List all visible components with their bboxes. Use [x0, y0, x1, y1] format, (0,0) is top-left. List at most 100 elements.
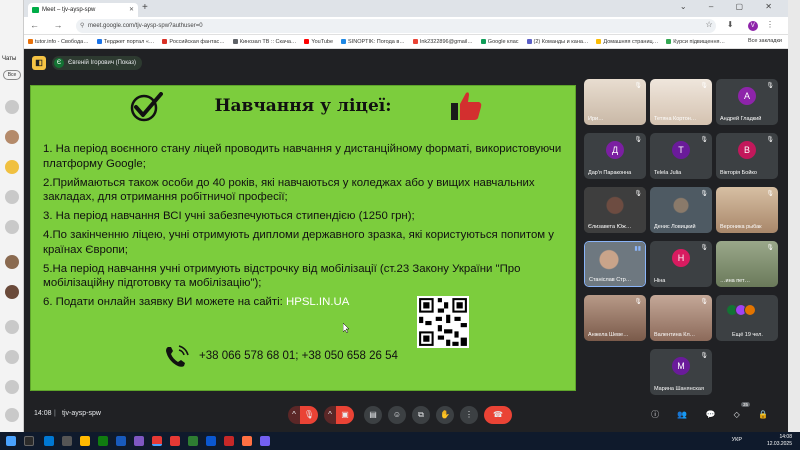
presenter-avatar: Є: [54, 58, 64, 68]
participant-tile[interactable]: T 🎙 Telela Julia: [650, 133, 712, 179]
raise-hand-button[interactable]: ✋: [436, 406, 454, 424]
file-explorer-icon[interactable]: [80, 436, 90, 446]
bookmark[interactable]: Ink2322896@gmail…: [412, 39, 473, 45]
avatar[interactable]: [5, 190, 19, 204]
participant-tile[interactable]: В 🎙 Вікторія Бойко: [716, 133, 778, 179]
mouse-cursor-icon: [343, 323, 350, 333]
mic-options-button[interactable]: ^: [288, 406, 300, 424]
bookmark[interactable]: Курси підвищення…: [666, 39, 725, 45]
mic-off-icon: 🎙: [766, 245, 774, 251]
meeting-time: 14:08: [34, 410, 52, 417]
camera-options-button[interactable]: ^: [324, 406, 336, 424]
bookmark[interactable]: SINOPTIK: Погода в…: [341, 39, 405, 45]
mic-off-icon: 🎙: [700, 299, 708, 305]
edge-icon[interactable]: [44, 436, 54, 446]
presenter-pill[interactable]: Є Євгеній Ігорович (Показ): [52, 56, 143, 70]
avatar[interactable]: [5, 380, 19, 394]
window-controls[interactable]: ⌄ – ▢ ✕: [680, 2, 782, 11]
system-clock[interactable]: 14:08 12.03.2025: [767, 434, 792, 448]
chrome-icon[interactable]: [170, 436, 180, 446]
search-icon[interactable]: [24, 436, 34, 446]
captions-button[interactable]: ▤: [364, 406, 382, 424]
bookmark[interactable]: YouTube: [304, 39, 333, 45]
participant-name: Станіслав Стр…: [589, 277, 632, 283]
participant-tile[interactable]: Н 🎙 Ніна: [650, 241, 712, 287]
toolbar-right: ☆ ⬇ V ⋮: [705, 20, 780, 31]
start-icon[interactable]: [6, 436, 16, 446]
app-icon[interactable]: [224, 436, 234, 446]
activities-icon[interactable]: ◧: [32, 56, 46, 70]
bookmark[interactable]: Терджет портал «…: [96, 39, 154, 45]
word-icon[interactable]: [116, 436, 126, 446]
avatar[interactable]: [5, 408, 19, 422]
participant-name: Вікторія Бойко: [720, 170, 757, 176]
teams-icon[interactable]: [134, 436, 144, 446]
participant-name: Telela Julia: [654, 170, 682, 176]
camera-toggle-button[interactable]: ▣: [336, 406, 354, 424]
new-tab-button[interactable]: +: [142, 2, 148, 13]
more-avatars: [726, 303, 756, 321]
avatar[interactable]: [5, 285, 19, 299]
participant-tile[interactable]: 🎙 Валентина Кл…: [650, 295, 712, 341]
bookmark[interactable]: tutor.info - Свобода…: [28, 39, 89, 45]
bookmark[interactable]: Кинозал ТВ :: Скача…: [232, 39, 296, 45]
avatar[interactable]: [5, 350, 19, 364]
close-tab-icon[interactable]: ✕: [129, 3, 134, 17]
chrome-icon[interactable]: [152, 436, 162, 446]
task-view-icon[interactable]: [62, 436, 72, 446]
more-participants-tile[interactable]: Ещё 19 чел.: [716, 295, 778, 341]
present-button[interactable]: ⧉: [412, 406, 430, 424]
reactions-button[interactable]: ☺: [388, 406, 406, 424]
avatar[interactable]: [5, 160, 19, 174]
excel-icon[interactable]: [98, 436, 108, 446]
bookmark[interactable]: Google клас: [480, 39, 519, 45]
avatar[interactable]: [5, 320, 19, 334]
side-panel-icons[interactable]: ⓘ 👥 💬 ◇ 🔒: [651, 409, 776, 420]
avatar[interactable]: [5, 100, 19, 114]
participant-tile[interactable]: М 🎙 Марина Шанянская: [650, 349, 712, 395]
background-app-strip: Чаты Все: [0, 0, 24, 432]
avatar[interactable]: [5, 130, 19, 144]
site-link: HPSL.IN.UA: [286, 296, 350, 308]
all-bookmarks[interactable]: Все закладки: [748, 38, 782, 44]
address-bar[interactable]: ⚲ meet.google.com/tjv-aysp-spw?authuser=…: [76, 19, 716, 33]
leave-call-button[interactable]: ☎: [484, 406, 512, 424]
participant-tile[interactable]: 🎙 Єлизавета Юж…: [584, 187, 646, 233]
site-info-icon[interactable]: ⚲: [80, 19, 84, 33]
participant-name: Тетяна Кортон…: [654, 116, 697, 122]
tab-meet[interactable]: Meet – tjv-aysp-spw ✕: [28, 3, 138, 17]
participant-name: Андрей Гладкий: [720, 116, 762, 122]
app-icon[interactable]: [242, 436, 252, 446]
profile-avatar[interactable]: V: [747, 21, 758, 31]
mic-off-icon: 🎙: [766, 83, 774, 89]
participant-tile-speaking[interactable]: ▮▮ Станіслав Стр…: [584, 241, 646, 287]
participant-tile[interactable]: А 🎙 Андрей Гладкий: [716, 79, 778, 125]
slide-item: 4.По закінченню ліцею, учні отримують ди…: [43, 229, 554, 256]
participant-tile[interactable]: 🎙 Вероника рыбак: [716, 187, 778, 233]
all-chats-chip[interactable]: Все: [3, 70, 21, 80]
bookmark[interactable]: (2) Команды и кана…: [526, 39, 588, 45]
viber-icon[interactable]: [260, 436, 270, 446]
participant-name: Ири…: [588, 116, 604, 122]
participant-tile[interactable]: 🎙 Анжела Шеве…: [584, 295, 646, 341]
avatar[interactable]: [5, 220, 19, 234]
participant-tile[interactable]: Д 🎙 Дар'я Параконна: [584, 133, 646, 179]
mic-off-icon: 🎙: [700, 137, 708, 143]
more-options-button[interactable]: ⋮: [460, 406, 478, 424]
participant-tile[interactable]: 🎙 Ири…: [584, 79, 646, 125]
app-icon[interactable]: [188, 436, 198, 446]
avatar[interactable]: [5, 255, 19, 269]
meet-area: ◧ Є Євгеній Ігорович (Показ) Навчання у …: [24, 49, 788, 432]
bookmark[interactable]: Российская фантас…: [162, 39, 225, 45]
meeting-code: tjv-aysp-spw: [62, 410, 101, 417]
app-icon[interactable]: [206, 436, 216, 446]
participant-tile[interactable]: 🎙 Тетяна Кортон…: [650, 79, 712, 125]
bookmarks-bar: tutor.info - Свобода… Терджет портал «… …: [24, 35, 788, 49]
keyboard-language[interactable]: УКР: [732, 437, 742, 443]
participant-tile[interactable]: 🎙 …ина пет…: [716, 241, 778, 287]
slide-item: 5.На період навчання учні отримують відс…: [43, 262, 521, 290]
meet-header: ◧ Є Євгеній Ігорович (Показ): [32, 55, 143, 71]
participant-tile[interactable]: 🎙 Денис Ловицкий: [650, 187, 712, 233]
mic-toggle-button[interactable]: 🎙: [300, 406, 318, 424]
bookmark[interactable]: Домашняя страниц…: [596, 39, 658, 45]
